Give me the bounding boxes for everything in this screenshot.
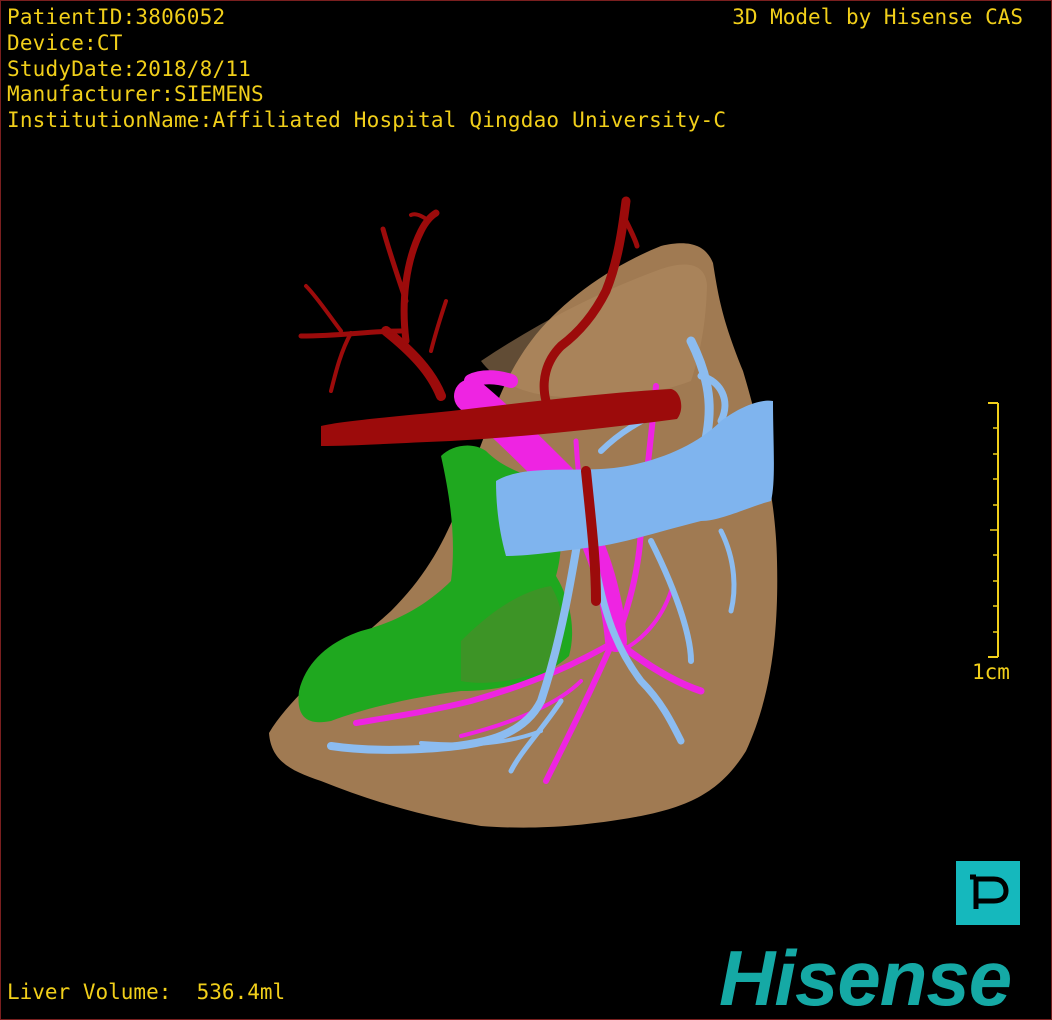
- device-text: Device:CT: [7, 31, 123, 55]
- 3d-viewport[interactable]: PatientID:3806052 Device:CT StudyDate:20…: [0, 0, 1052, 1020]
- scale-label: 1cm: [972, 660, 1010, 684]
- hisense-logo: Hisense: [719, 934, 1012, 1020]
- manufacturer-text: Manufacturer:SIEMENS: [7, 82, 264, 106]
- study-date-text: StudyDate:2018/8/11: [7, 57, 252, 81]
- parking-p-button[interactable]: [956, 861, 1020, 925]
- institution-text: InstitutionName:Affiliated Hospital Qing…: [7, 108, 727, 132]
- liver-volume-text: Liver Volume: 536.4ml: [7, 980, 286, 1004]
- scale-bar: [988, 402, 999, 658]
- parking-p-icon: [970, 874, 1009, 909]
- patient-id-text: PatientID:3806052: [7, 5, 226, 29]
- model-credit-text: 3D Model by Hisense CAS: [732, 5, 1023, 29]
- liver-3d-model[interactable]: [1, 1, 1051, 1019]
